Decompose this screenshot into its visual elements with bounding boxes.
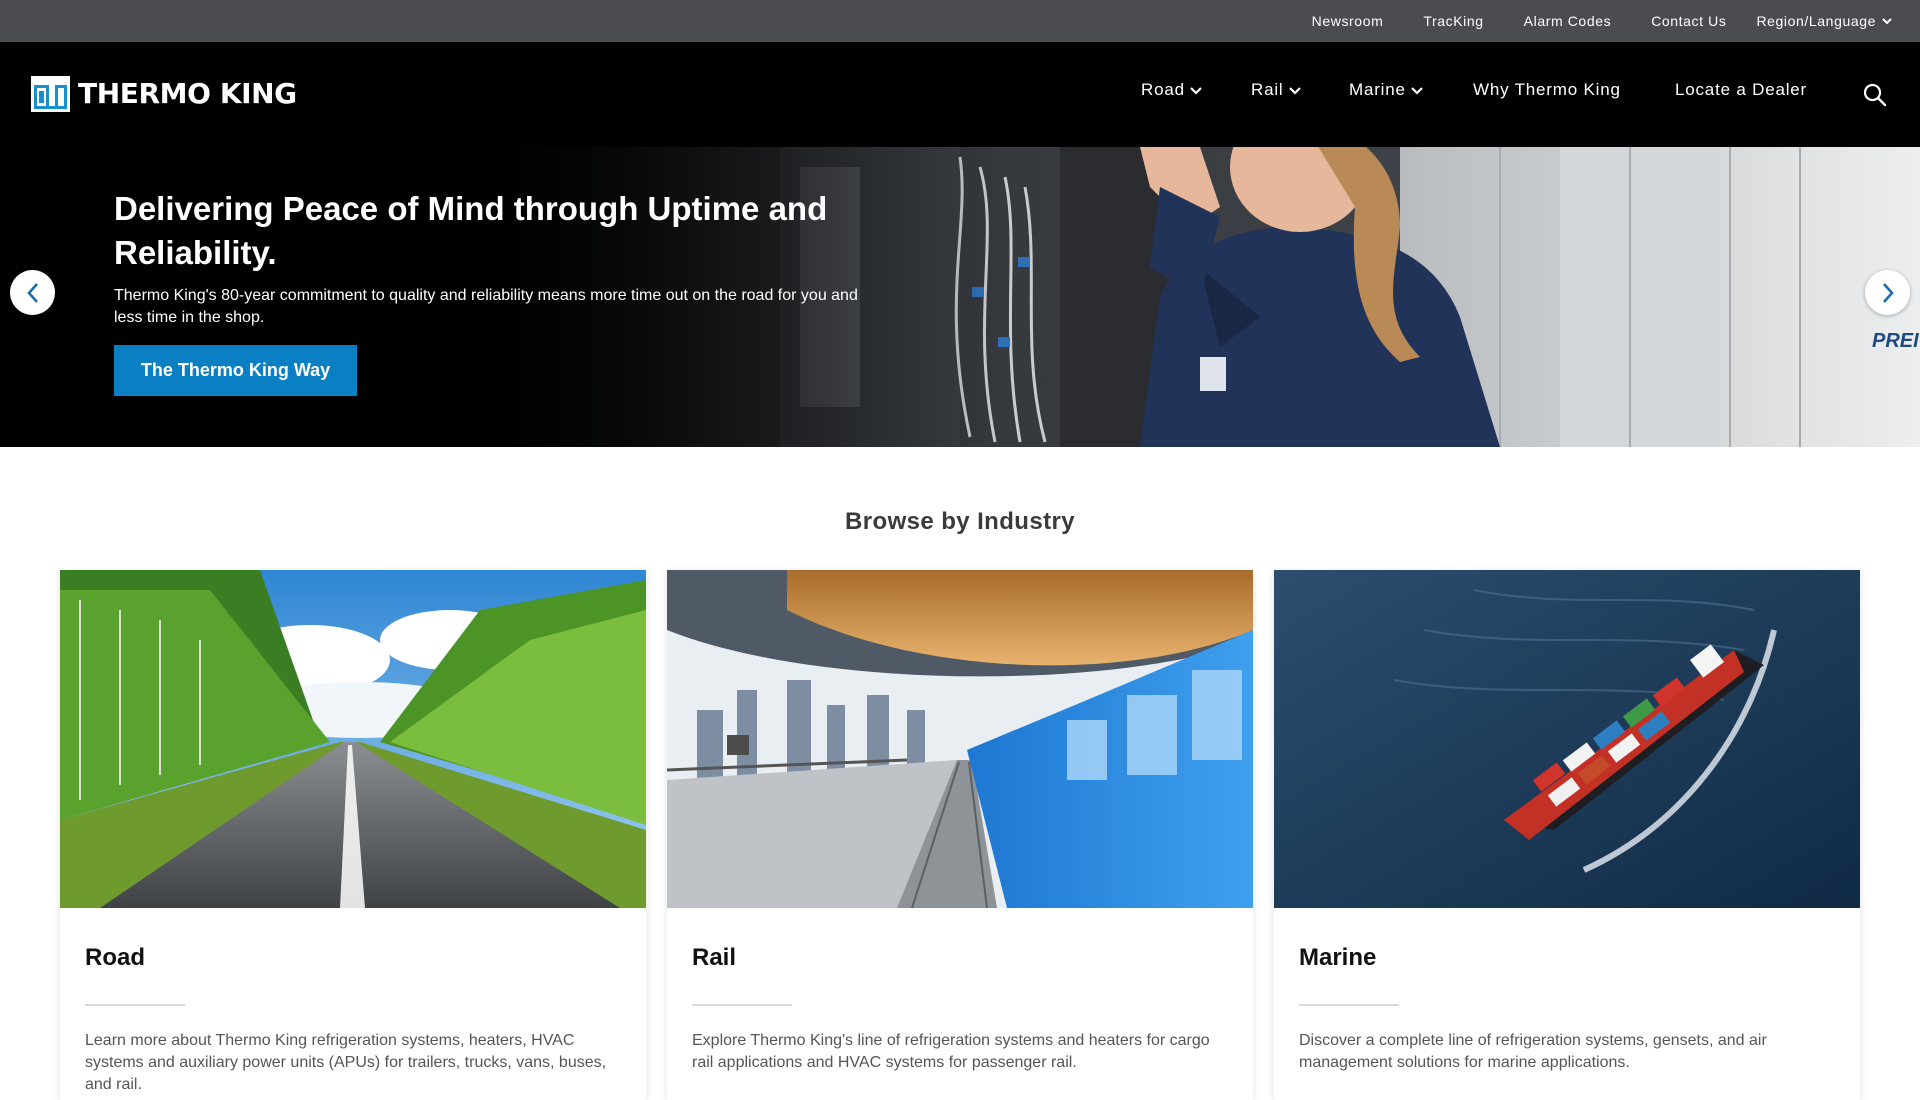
carousel-prev-button[interactable]	[10, 270, 55, 315]
card-text-road: Learn more about Thermo King refrigerati…	[85, 1032, 607, 1093]
rail-image	[667, 570, 1253, 908]
nav-road[interactable]: Road	[1141, 80, 1202, 100]
hero-cta-button[interactable]: The Thermo King Way	[114, 345, 357, 396]
utility-link-contact-us[interactable]: Contact Us	[1651, 13, 1726, 29]
card-divider	[1299, 1004, 1399, 1006]
chevron-down-icon	[1190, 86, 1202, 95]
browse-section-title: Browse by Industry	[845, 508, 1075, 535]
utility-links: Newsroom TracKing Alarm Codes Contact Us…	[1272, 0, 1892, 42]
chevron-down-icon	[1288, 86, 1301, 95]
industry-card-rail[interactable]: Rail Explore Thermo King's line of refri…	[667, 570, 1253, 1100]
utility-link-newsroom[interactable]: Newsroom	[1312, 13, 1384, 29]
industry-card-marine[interactable]: Marine Discover a complete line of refri…	[1274, 570, 1860, 1100]
card-text-rail: Explore Thermo King's line of refrigerat…	[692, 1032, 1210, 1071]
nav-marine-label: Marine	[1349, 80, 1406, 99]
hero-carousel: PREI Delivering Peace of Mind through Up…	[0, 147, 1920, 447]
card-divider	[85, 1004, 185, 1006]
hero-title: Delivering Peace of Mind through Uptime …	[114, 190, 828, 271]
chevron-left-icon	[26, 282, 38, 303]
nav-why-label: Why Thermo King	[1473, 80, 1621, 99]
chevron-down-icon	[1882, 18, 1892, 25]
nav-locate-dealer[interactable]: Locate a Dealer	[1675, 80, 1807, 100]
nav-marine[interactable]: Marine	[1349, 80, 1423, 100]
svg-text:PREI: PREI	[1872, 330, 1919, 352]
nav-why-thermo-king[interactable]: Why Thermo King	[1473, 80, 1621, 100]
nav-rail-label: Rail	[1251, 80, 1284, 99]
nav-rail[interactable]: Rail	[1251, 80, 1301, 100]
utility-link-tracking[interactable]: TracKing	[1423, 13, 1483, 29]
card-text-marine: Discover a complete line of refrigeratio…	[1299, 1032, 1767, 1071]
chevron-right-icon	[1882, 282, 1894, 303]
search-icon[interactable]	[1862, 82, 1888, 108]
card-title-road: Road	[85, 944, 145, 971]
card-divider	[692, 1004, 792, 1006]
industry-card-road[interactable]: Road Learn more about Thermo King refrig…	[60, 570, 646, 1100]
carousel-next-button[interactable]	[1865, 270, 1910, 315]
card-title-marine: Marine	[1299, 944, 1377, 971]
site-logo[interactable]: THERMO KING	[31, 76, 297, 112]
main-header: THERMO KING Road Rail Marine Why Thermo …	[0, 42, 1920, 147]
region-language-label: Region/Language	[1756, 13, 1876, 29]
hero-text: Thermo King's 80-year commitment to qual…	[114, 287, 858, 326]
thermo-king-logo-icon	[31, 76, 70, 112]
region-language-selector[interactable]: Region/Language	[1756, 13, 1892, 29]
logo-text: THERMO KING	[78, 77, 297, 110]
utility-bar: Newsroom TracKing Alarm Codes Contact Us…	[0, 0, 1920, 42]
card-title-rail: Rail	[692, 944, 737, 971]
utility-link-alarm-codes[interactable]: Alarm Codes	[1524, 13, 1612, 29]
road-image	[60, 570, 646, 908]
chevron-down-icon	[1410, 86, 1423, 95]
nav-dealer-label: Locate a Dealer	[1675, 80, 1808, 99]
nav-road-label: Road	[1141, 80, 1185, 99]
marine-image	[1274, 570, 1860, 908]
